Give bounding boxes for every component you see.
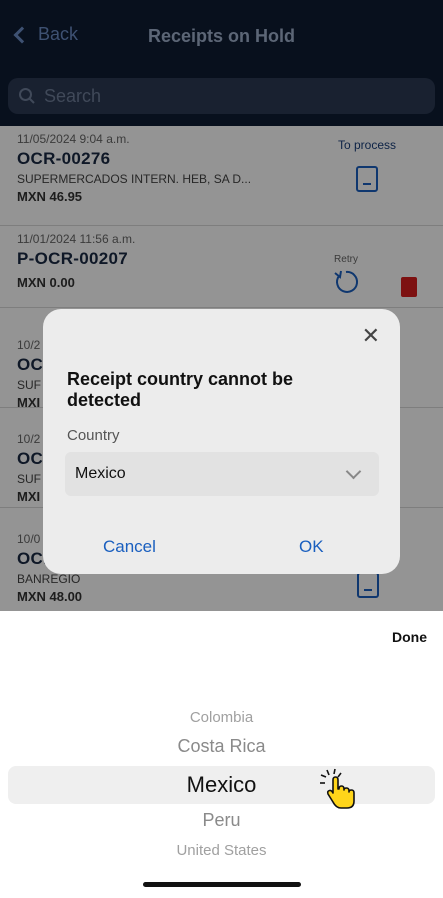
country-label: Country xyxy=(67,427,120,444)
cancel-button[interactable]: Cancel xyxy=(103,537,156,557)
close-icon[interactable]: ✕ xyxy=(362,325,380,347)
receipts-screen: Back Receipts on Hold Search 11/05/2024 … xyxy=(0,0,443,611)
picker-toolbar: Done xyxy=(0,611,443,659)
chevron-down-icon xyxy=(345,463,362,480)
country-select-value: Mexico xyxy=(75,465,126,482)
done-button[interactable]: Done xyxy=(392,629,427,645)
dialog-message: Receipt country cannot be detected xyxy=(67,369,294,410)
country-dialog: ✕ Receipt country cannot be detected Cou… xyxy=(43,309,400,574)
picker-option-united-states[interactable]: United States xyxy=(0,842,443,859)
picker-option-mexico[interactable]: Mexico xyxy=(0,772,443,798)
picker-option-costa-rica[interactable]: Costa Rica xyxy=(0,736,443,757)
home-indicator[interactable] xyxy=(143,882,301,887)
ok-button[interactable]: OK xyxy=(299,537,324,557)
picker-option-colombia[interactable]: Colombia xyxy=(0,709,443,726)
pointer-hand-icon xyxy=(320,768,355,809)
picker-option-peru[interactable]: Peru xyxy=(0,810,443,831)
country-select[interactable]: Mexico xyxy=(65,452,379,496)
